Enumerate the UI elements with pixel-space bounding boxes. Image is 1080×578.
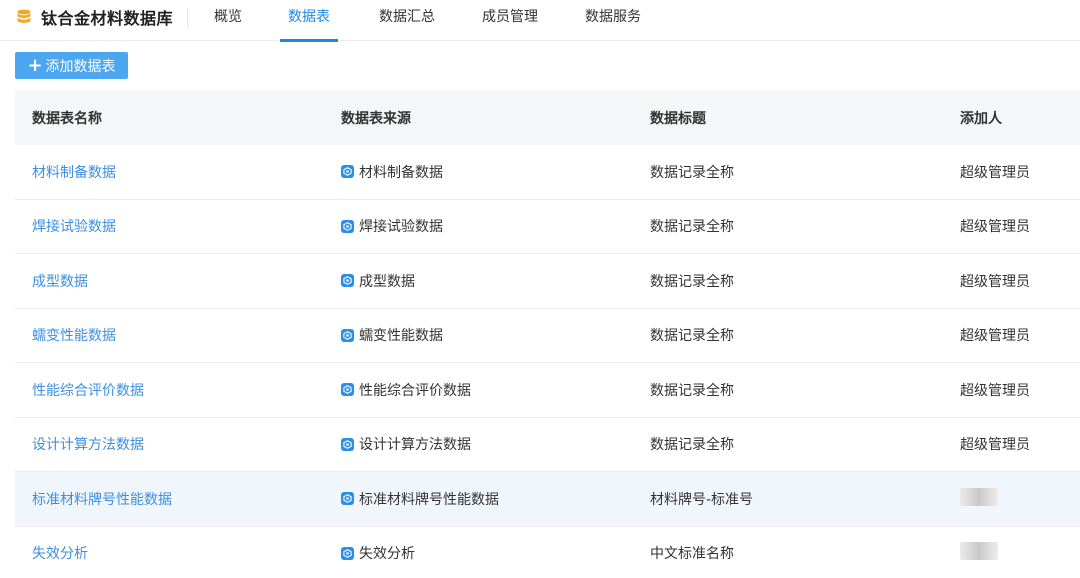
table-name-link[interactable]: 材料制备数据: [32, 165, 116, 181]
brand[interactable]: 钛合金材料数据库: [16, 6, 173, 28]
table-source-cell: 焊接试验数据: [324, 216, 633, 236]
data-title-text: 数据记录全称: [650, 219, 734, 236]
redacted-adder: [960, 542, 998, 561]
table-source-cell: 标准材料牌号性能数据: [324, 489, 633, 509]
data-title-text: 数据记录全称: [650, 164, 734, 181]
table-name-link[interactable]: 设计计算方法数据: [32, 437, 144, 453]
data-source-icon: [341, 219, 354, 233]
column-header-name: 数据表名称: [32, 110, 102, 127]
data-title-text: 数据记录全称: [650, 437, 734, 454]
column-header-title: 数据标题: [650, 110, 706, 127]
tab-data-summary[interactable]: 数据汇总: [378, 0, 436, 41]
table-row: 性能综合评价数据 性能综合评价数据 数据记录全称 超级管理员: [15, 363, 1080, 418]
table-body: 材料制备数据 材料制备数据 数据记录全称 超级管理员 焊接试验数据 焊接试验数据: [15, 145, 1080, 578]
data-title-text: 中文标准名称: [650, 546, 734, 563]
top-navigation-bar: 钛合金材料数据库 概览 数据表 数据汇总 成员管理 数据服务: [0, 0, 1080, 42]
adder-text: 超级管理员: [960, 164, 1030, 181]
adder-text: 超级管理员: [960, 382, 1030, 399]
table-name-link[interactable]: 成型数据: [32, 274, 88, 290]
table-source-text: 成型数据: [359, 273, 415, 290]
table-row: 设计计算方法数据 设计计算方法数据 数据记录全称 超级管理员: [15, 418, 1080, 472]
brand-divider: [187, 8, 188, 28]
table-source-cell: 蠕变性能数据: [324, 325, 633, 345]
data-source-icon: [341, 546, 354, 560]
tab-member-management[interactable]: 成员管理: [481, 0, 539, 41]
adder-text: 超级管理员: [960, 328, 1030, 345]
data-title-text: 数据记录全称: [650, 273, 734, 290]
table-source-text: 性能综合评价数据: [359, 382, 471, 399]
table-source-text: 设计计算方法数据: [359, 437, 471, 454]
column-header-source: 数据表来源: [341, 110, 411, 127]
data-title-text: 材料牌号-标准号: [650, 491, 754, 508]
table-source-cell: 设计计算方法数据: [324, 434, 633, 454]
adder-text: 超级管理员: [960, 219, 1030, 236]
table-row: 材料制备数据 材料制备数据 数据记录全称 超级管理员: [15, 145, 1080, 200]
table-name-link[interactable]: 蠕变性能数据: [32, 328, 116, 344]
table-row: 标准材料牌号性能数据 标准材料牌号性能数据 材料牌号-标准号: [15, 472, 1080, 527]
table-source-cell: 成型数据: [324, 271, 633, 291]
table-source-text: 焊接试验数据: [359, 219, 443, 236]
table-row: 焊接试验数据 焊接试验数据 数据记录全称 超级管理员: [15, 200, 1080, 254]
table-name-link[interactable]: 失效分析: [32, 546, 88, 562]
table-row: 失效分析 失效分析 中文标准名称: [15, 527, 1080, 578]
redacted-adder: [960, 487, 998, 506]
data-source-icon: [341, 383, 354, 397]
data-title-text: 数据记录全称: [650, 328, 734, 345]
table-name-link[interactable]: 焊接试验数据: [32, 219, 116, 235]
data-source-icon: [341, 165, 354, 179]
data-tables-table: 数据表名称 数据表来源 数据标题 添加人 材料制备数据 材料制备数据 数据记录全…: [15, 90, 1080, 578]
table-source-text: 失效分析: [359, 546, 415, 563]
tab-data-services[interactable]: 数据服务: [584, 0, 642, 41]
column-header-adder: 添加人: [960, 110, 1002, 127]
table-source-cell: 失效分析: [324, 543, 633, 563]
database-icon: [16, 9, 32, 25]
table-name-link[interactable]: 标准材料牌号性能数据: [32, 492, 172, 508]
tab-overview[interactable]: 概览: [213, 0, 243, 41]
data-source-icon: [341, 437, 354, 451]
table-source-cell: 性能综合评价数据: [324, 380, 633, 400]
add-data-table-button[interactable]: + 添加数据表: [15, 52, 128, 79]
data-source-icon: [341, 492, 354, 506]
data-source-icon: [341, 274, 354, 288]
table-header: 数据表名称 数据表来源 数据标题 添加人: [15, 90, 1080, 145]
tab-data-tables[interactable]: 数据表: [280, 0, 338, 42]
add-data-table-label: 添加数据表: [45, 58, 116, 75]
table-row: 成型数据 成型数据 数据记录全称 超级管理员: [15, 254, 1080, 309]
plus-icon: +: [27, 54, 43, 76]
table-row: 蠕变性能数据 蠕变性能数据 数据记录全称 超级管理员: [15, 309, 1080, 363]
app-title: 钛合金材料数据库: [41, 9, 174, 28]
data-source-icon: [341, 328, 354, 342]
table-source-text: 材料制备数据: [359, 164, 443, 181]
adder-text: 超级管理员: [960, 437, 1030, 454]
table-source-text: 蠕变性能数据: [359, 328, 443, 345]
table-source-text: 标准材料牌号性能数据: [359, 491, 499, 508]
table-name-link[interactable]: 性能综合评价数据: [32, 383, 144, 399]
data-title-text: 数据记录全称: [650, 382, 734, 399]
adder-text: 超级管理员: [960, 273, 1030, 290]
table-source-cell: 材料制备数据: [324, 162, 633, 182]
